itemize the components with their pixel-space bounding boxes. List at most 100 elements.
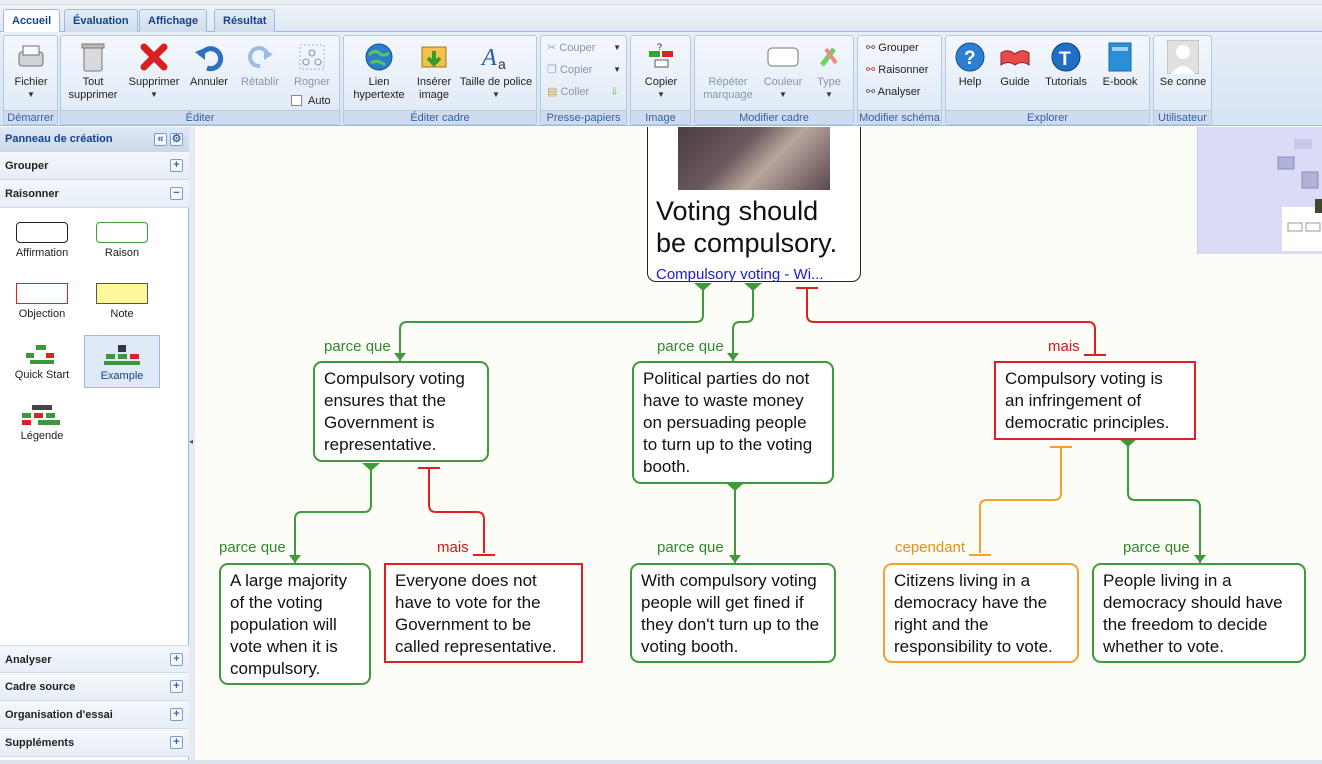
tutorials-button[interactable]: T Tutorials	[1040, 40, 1092, 89]
taille-label: Taille de police	[459, 76, 533, 88]
help-icon: ?	[953, 40, 987, 74]
expand-icon[interactable]: +	[170, 736, 183, 749]
copier-small-button[interactable]: ❐ Copier ▼	[547, 60, 623, 80]
marquage-label: marquage	[703, 89, 753, 101]
objection-box-everyone[interactable]: Everyone does not have to vote for the G…	[384, 563, 583, 663]
expand-icon[interactable]: +	[170, 680, 183, 693]
auto-checkbox[interactable]: Auto	[291, 91, 331, 111]
objection-item[interactable]: Objection	[4, 277, 80, 329]
splitter-arrow-icon[interactable]: ◂	[189, 437, 193, 446]
coller-button[interactable]: ▤ Coller ⇓	[547, 82, 623, 102]
taille-police-button[interactable]: Aa Taille de police ▼	[458, 40, 534, 101]
label-mais-1: mais	[1048, 338, 1080, 355]
guide-button[interactable]: Guide	[994, 40, 1036, 89]
repeter-marquage-button[interactable]: Répéter marquage	[699, 40, 757, 102]
expand-icon[interactable]: +	[170, 159, 183, 172]
rebuttal-box-citizens[interactable]: Citizens living in a democracy have the …	[883, 563, 1079, 663]
tout-label: Tout	[82, 76, 104, 88]
supprimer-button[interactable]: Supprimer ▼	[127, 40, 181, 101]
couper-dropdown-icon[interactable]: ▼	[613, 38, 621, 58]
overview-minimap[interactable]	[1197, 127, 1322, 254]
retablir-button[interactable]: Rétablir	[237, 40, 283, 89]
supprimer-l2-label: supprimer	[68, 89, 118, 101]
raison-item[interactable]: Raison	[84, 216, 160, 268]
repeat-format-icon	[711, 40, 745, 74]
legende-label: Légende	[20, 430, 64, 442]
tab-resultat[interactable]: Résultat	[214, 9, 276, 33]
raison-shape	[96, 222, 148, 243]
tab-accueil[interactable]: Accueil	[3, 9, 61, 34]
tutorials-label: Tutorials	[1045, 76, 1087, 88]
reason-box-fined[interactable]: With compulsory voting people will get f…	[630, 563, 836, 663]
type-button[interactable]: Type ▼	[809, 40, 849, 101]
group-image: ? Copier ▼ Image	[630, 35, 691, 125]
status-bar	[0, 760, 1322, 764]
trash-icon	[76, 40, 110, 74]
collapse-panel-icon[interactable]: «	[154, 133, 167, 146]
group-explorer: ? Help Guide T Tutorials E-book Explorer	[945, 35, 1150, 125]
quickstart-item[interactable]: Quick Start	[4, 338, 80, 390]
type-arrows-icon	[812, 40, 846, 74]
raisonner-button[interactable]: ⚯ Raisonner	[866, 60, 928, 80]
lien-hypertexte-button[interactable]: Lien hypertexte	[348, 40, 410, 102]
couper-button[interactable]: ✂ Couper ▼	[547, 38, 623, 58]
help-button[interactable]: ? Help	[950, 40, 990, 89]
note-shape	[96, 283, 148, 304]
section-raisonner[interactable]: Raisonner −	[0, 180, 189, 208]
svg-text:T: T	[1059, 49, 1071, 70]
auto-label: Auto	[308, 95, 331, 107]
minimap-preview	[1277, 139, 1322, 251]
map-canvas[interactable]: Voting should be compulsory. Compulsory …	[195, 127, 1322, 760]
font-size-icon: Aa	[479, 40, 513, 74]
group-editer-cadre: Lien hypertexte Insérer image Aa Taille de…	[343, 35, 537, 125]
panel-header: Panneau de création « ⚙	[0, 127, 189, 152]
legende-item[interactable]: Légende	[4, 399, 80, 451]
ebook-button[interactable]: E-book	[1096, 40, 1144, 89]
se-connecter-button[interactable]: Se conne	[1158, 40, 1208, 89]
rogner-button[interactable]: Rogner	[289, 40, 335, 89]
tout-supprimer-button[interactable]: Tout supprimer	[65, 40, 121, 102]
reason-box-freedom[interactable]: People living in a democracy should have…	[1092, 563, 1306, 663]
copier-image-button[interactable]: ? Copier ▼	[635, 40, 687, 101]
affirmation-label: Affirmation	[15, 247, 69, 259]
expand-icon[interactable]: +	[170, 708, 183, 721]
example-item[interactable]: Example	[84, 335, 160, 388]
objection-box-infringement[interactable]: Compulsory voting is an infringement of …	[994, 361, 1196, 440]
example-map-icon	[96, 345, 148, 366]
raison-label: Raison	[104, 247, 140, 259]
label-parce-que-2: parce que	[657, 338, 724, 355]
annuler-button[interactable]: Annuler	[185, 40, 233, 89]
group-demarrer-title: Démarrer	[4, 110, 57, 124]
root-claim-box[interactable]: Voting should be compulsory. Compulsory …	[647, 127, 861, 285]
root-source-link[interactable]: Compulsory voting - Wi...	[656, 265, 852, 285]
label-mais-2: mais	[437, 539, 469, 556]
section-cadre-source[interactable]: Cadre source +	[0, 673, 189, 701]
tab-affichage[interactable]: Affichage	[139, 9, 208, 33]
checkbox-box[interactable]	[291, 95, 302, 106]
reason-box-parties-money[interactable]: Political parties do not have to waste m…	[632, 361, 834, 484]
grouper-button[interactable]: ⚯ Grouper	[866, 38, 919, 58]
section-grouper[interactable]: Grouper +	[0, 152, 189, 180]
reason-box-large-majority[interactable]: A large majority of the voting populatio…	[219, 563, 371, 685]
section-supplements[interactable]: Suppléments +	[0, 729, 189, 757]
tab-evaluation[interactable]: Évaluation	[64, 9, 138, 33]
group-modifier-schema: ⚯ Grouper ⚯ Raisonner ⚯ Analyser Modifie…	[857, 35, 942, 125]
couleur-button[interactable]: Couleur ▼	[759, 40, 807, 101]
analyser-button[interactable]: ⚯ Analyser	[866, 82, 920, 102]
label-parce-que-5: parce que	[1123, 539, 1190, 556]
globe-link-icon	[362, 40, 396, 74]
expand-icon[interactable]: +	[170, 653, 183, 666]
section-analyser[interactable]: Analyser +	[0, 645, 189, 673]
fichier-button[interactable]: Fichier ▼	[8, 40, 54, 101]
ribbon-tab-bar: Accueil Évaluation Affichage Résultat	[0, 5, 1322, 34]
collapse-icon[interactable]: −	[170, 187, 183, 200]
affirmation-item[interactable]: Affirmation	[4, 216, 80, 268]
copier-dropdown-icon[interactable]: ▼	[613, 60, 621, 80]
reason-box-representative[interactable]: Compulsory voting ensures that the Gover…	[313, 361, 489, 462]
panel-settings-icon[interactable]: ⚙	[170, 133, 183, 146]
inserer-image-button[interactable]: Insérer image	[412, 40, 456, 102]
label-cependant: cependant	[895, 539, 966, 556]
section-organisation[interactable]: Organisation d'essai +	[0, 701, 189, 729]
note-item[interactable]: Note	[84, 277, 160, 329]
couper-label: Couper	[559, 42, 596, 54]
